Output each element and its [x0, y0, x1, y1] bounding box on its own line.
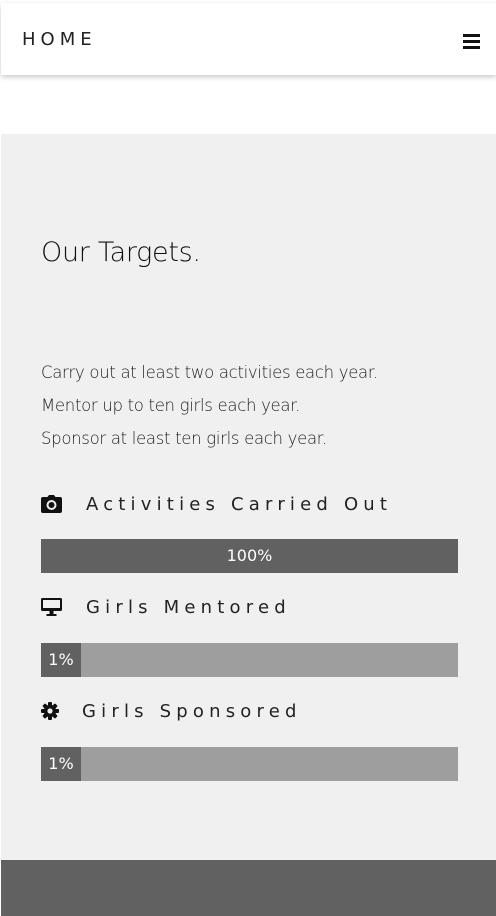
progress-bar-value: 100%	[226, 546, 273, 565]
stat-label-text: Girls Sponsored	[82, 700, 302, 722]
targets-section: Our Targets. Carry out at least two acti…	[1, 134, 496, 860]
top-navbar: HOME	[1, 3, 496, 75]
menu-bar	[463, 46, 480, 49]
target-line: Sponsor at least ten girls each year.	[41, 429, 327, 448]
stat-label-activities: Activities Carried Out	[41, 492, 392, 516]
progress-bar-activities: 100%	[41, 539, 458, 573]
target-line: Carry out at least two activities each y…	[41, 363, 378, 382]
camera-icon	[41, 493, 63, 515]
stat-label-mentored: Girls Mentored	[41, 595, 291, 619]
desktop-monitor-icon	[41, 596, 63, 618]
menu-bar	[463, 40, 480, 43]
target-line: Mentor up to ten girls each year.	[41, 396, 301, 415]
hamburger-menu-icon[interactable]	[463, 34, 480, 49]
target-list: Carry out at least two activities each y…	[41, 356, 461, 455]
stat-label-sponsored: Girls Sponsored	[41, 699, 302, 723]
progress-bar-value: 1%	[48, 754, 74, 773]
footer-band	[1, 860, 496, 916]
nav-home-link[interactable]: HOME	[22, 29, 97, 51]
section-title: Our Targets.	[41, 237, 201, 268]
page: HOME Our Targets. Carry out at least two…	[0, 0, 496, 916]
stat-label-text: Girls Mentored	[86, 596, 291, 618]
stat-label-text: Activities Carried Out	[86, 493, 393, 515]
progress-bar-value: 1%	[48, 650, 74, 669]
progress-bar-sponsored: 1%	[41, 747, 458, 781]
menu-bar	[463, 34, 480, 37]
progress-bar-mentored: 1%	[41, 643, 458, 677]
gear-icon	[41, 700, 63, 722]
